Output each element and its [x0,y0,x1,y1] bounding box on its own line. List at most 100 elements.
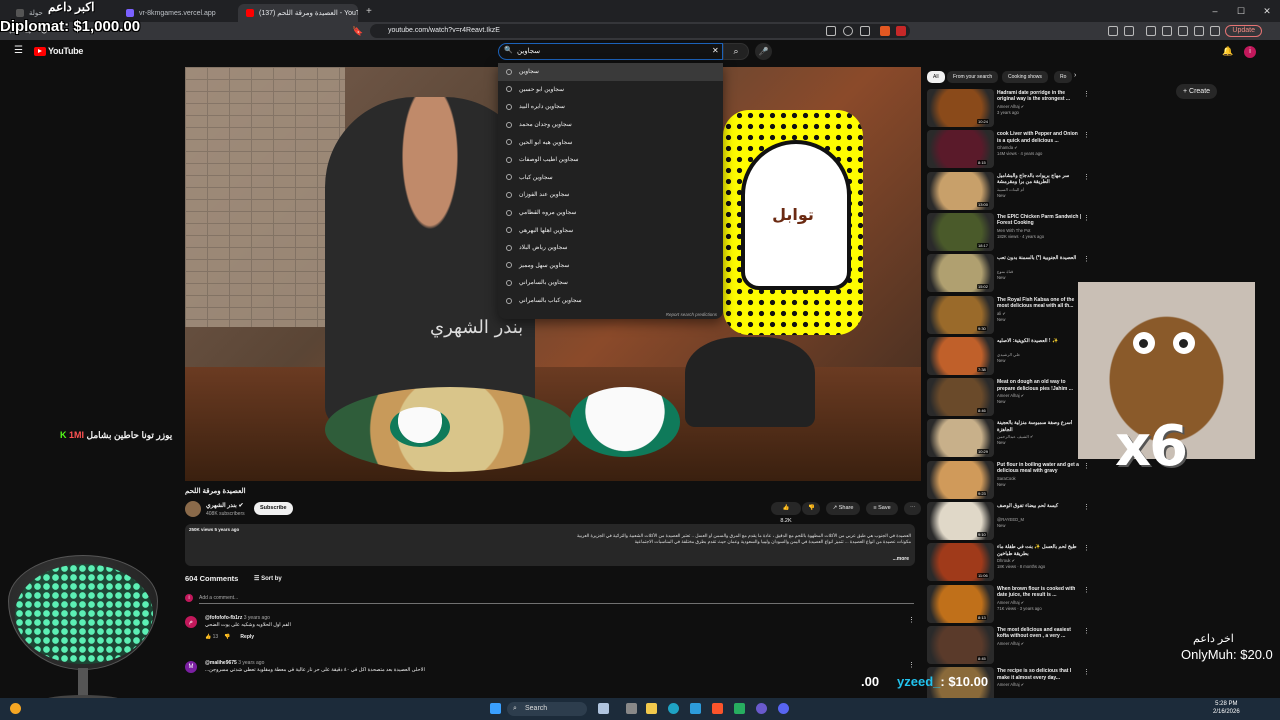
recommended-title[interactable]: Meat on dough an old way to prepare deli… [997,379,1082,392]
suggestion-item[interactable]: سجاوين عند الفوزان [498,186,723,204]
suggestion-item[interactable]: سجاوين اطيب الوصفات [498,151,723,169]
recommended-video[interactable]: 8:15 cook Liver with Pepper and Onion is … [927,130,1090,170]
recommended-video[interactable]: 7:38 العصيدة الكويتية: الاصليه ! ✨ علي الر… [927,336,1090,377]
minimize-icon[interactable]: – [1202,6,1228,17]
reply-button[interactable]: Reply [240,634,254,640]
recommended-title[interactable]: The most delicious and easiest kofta wit… [997,627,1082,640]
recommended-channel[interactable]: Ameer Alhaj ✔ [997,393,1082,398]
recommended-title[interactable]: طبخ لحم بالعسل ✨ بنت في طفلة ماء بطريقة … [997,544,1082,557]
suggestion-item[interactable]: سجاوين رياض البلاد [498,239,723,257]
recommended-video[interactable]: 10:24 Hadrami date porridge in the origin… [927,89,1090,129]
filter-chip[interactable]: Ro [1054,71,1073,83]
video-menu-icon[interactable]: ⋮ [1083,173,1090,181]
file-explorer-icon[interactable] [646,703,657,714]
recommended-channel[interactable]: قناة منوع [997,269,1082,274]
dislike-button[interactable]: 👎 [802,502,820,515]
video-menu-icon[interactable]: ⋮ [1083,586,1090,594]
video-menu-icon[interactable]: ⋮ [1083,503,1090,511]
brave-shield-icon[interactable] [880,26,890,36]
voice-search-icon[interactable]: 🎤 [755,43,772,60]
recommended-video[interactable]: 10:29 أسرع وصفة سمبوسة منزلية بالعجينة ال… [927,419,1090,459]
channel-name[interactable]: بندر الشهري ✔ [206,502,244,509]
recommended-video[interactable]: 9:23 Put flour in boiling water and get a… [927,460,1090,501]
share-button[interactable]: ↗ Share [826,502,860,515]
screen-icon[interactable] [826,26,836,36]
store-icon[interactable] [690,703,701,714]
recommended-title[interactable]: العصيدة الكويتية: الاصليه ! ✨ [997,338,1082,344]
recommended-channel[interactable]: Ameer Alhaj ✔ [997,600,1082,605]
video-menu-icon[interactable]: ⋮ [1083,90,1090,98]
filter-chip[interactable]: From your search [947,71,999,83]
hamburger-menu-icon[interactable]: ☰ [14,45,23,56]
recommended-video[interactable]: 8:45 The most delicious and easiest kofta… [927,625,1090,666]
save-button[interactable]: ≡ Save [866,502,898,515]
comment-like-icon[interactable]: 👍 [205,634,213,640]
comment-author[interactable]: @malihe9675 [205,660,237,666]
recommended-channel[interactable]: Ghamda ✔ [997,145,1082,150]
maximize-icon[interactable]: ☐ [1228,6,1254,17]
clear-search-icon[interactable]: ✕ [712,46,719,55]
suggestion-item[interactable]: سجاوين كباب [498,169,723,187]
commenter-avatar[interactable]: M [185,661,197,673]
recommended-title[interactable]: The recipe is so delicious that I make i… [997,668,1082,681]
chips-next-icon[interactable]: › [1074,72,1076,79]
flag-icon[interactable] [598,703,609,714]
chrome-icon[interactable] [756,703,767,714]
recommended-video[interactable]: 18:17 The EPIC Chicken Parm Sandwich | Fo… [927,212,1090,253]
recommended-channel[interactable]: أم البنات السيبة [997,187,1082,192]
recommended-channel[interactable]: ali ✔ [997,311,1082,316]
recommended-channel[interactable]: SaraCook [997,476,1082,481]
recommended-video[interactable]: 8:13 When brown flour is cooked with date… [927,584,1090,625]
suggestion-item[interactable]: سجاوين [498,63,723,81]
notifications-icon[interactable]: 🔔 [1222,46,1233,57]
search-input[interactable]: سجاوين [498,43,723,60]
recommended-channel[interactable]: @RAYEED_M [997,517,1082,522]
recommended-title[interactable]: When brown flour is cooked with date jui… [997,586,1082,599]
brave-rewards-icon[interactable] [896,26,906,36]
comment-dislike-icon[interactable]: 👎 [224,634,230,640]
recommended-title[interactable]: cook Liver with Pepper and Onion is a qu… [997,131,1082,144]
start-icon[interactable] [490,703,501,714]
recommended-title[interactable]: أسرع وصفة سمبوسة منزلية بالعجينة الجاهزة [997,420,1082,433]
video-menu-icon[interactable]: ⋮ [1083,255,1090,263]
recommended-video[interactable]: 11:06 طبخ لحم بالعسل ✨ بنت في طفلة ماء بط… [927,543,1090,583]
video-menu-icon[interactable]: ⋮ [1083,668,1090,676]
bookmark-icon[interactable]: 🔖 [350,26,366,37]
description-box[interactable]: 250K views 5 years ago العصيدة في الجنوب… [185,524,915,566]
account-avatar[interactable]: i [1244,46,1256,58]
zoom-icon[interactable] [843,26,853,36]
search-button[interactable]: ⌕ [723,43,749,60]
recommended-channel[interactable]: Ameer Alhaj ✔ [997,682,1082,687]
video-menu-icon[interactable]: ⋮ [1083,627,1090,635]
video-menu-icon[interactable]: ⋮ [1083,462,1090,470]
report-predictions-link[interactable]: Report search predictions [666,312,717,317]
suggestion-item[interactable]: سجاوين اهلها البهرهي [498,221,723,239]
system-clock[interactable]: 5:28 PM 2/16/2026 [1213,700,1240,716]
suggestion-item[interactable]: سجاوين هيه ابو الحين [498,133,723,151]
brave-icon[interactable] [712,703,723,714]
video-menu-icon[interactable]: ⋮ [1083,544,1090,552]
download-icon[interactable] [1146,26,1156,36]
recommended-channel[interactable]: Dhrouk ✔ [997,558,1082,563]
subscribe-button[interactable]: Subscribe [254,502,293,515]
recommended-title[interactable]: The Royal Fish Kabsa one of the most del… [997,297,1082,310]
share-icon[interactable] [860,26,870,36]
new-tab-button[interactable]: + [366,6,372,17]
more-link[interactable]: ...more [893,556,909,562]
comment-menu-icon[interactable]: ⋮ [908,616,915,624]
channel-avatar[interactable] [185,501,201,517]
recommended-channel[interactable]: Ameer Alhaj ✔ [997,104,1082,109]
video-menu-icon[interactable]: ⋮ [1083,214,1090,222]
more-actions-button[interactable]: ⋯ [904,502,921,515]
recommended-video[interactable]: 9:10 كبسة لحم بيضاء تفوق الوصف @RAYEED_M Ne… [927,502,1090,542]
update-button[interactable]: Update [1225,25,1262,37]
comment-menu-icon[interactable]: ⋮ [908,661,915,669]
suggestion-item[interactable]: سجاوين ابو حسين [498,81,723,99]
recommended-title[interactable]: The EPIC Chicken Parm Sandwich | Forest … [997,214,1082,227]
filter-chip[interactable]: Cooking shows [1002,71,1048,83]
discord-icon[interactable] [778,703,789,714]
suggestion-item[interactable]: سجاوين سهل ومميز [498,257,723,275]
weather-icon[interactable] [10,703,21,714]
menu-icon[interactable] [1210,26,1220,36]
suggestion-item[interactable]: سجاوين بالسامراني [498,274,723,292]
